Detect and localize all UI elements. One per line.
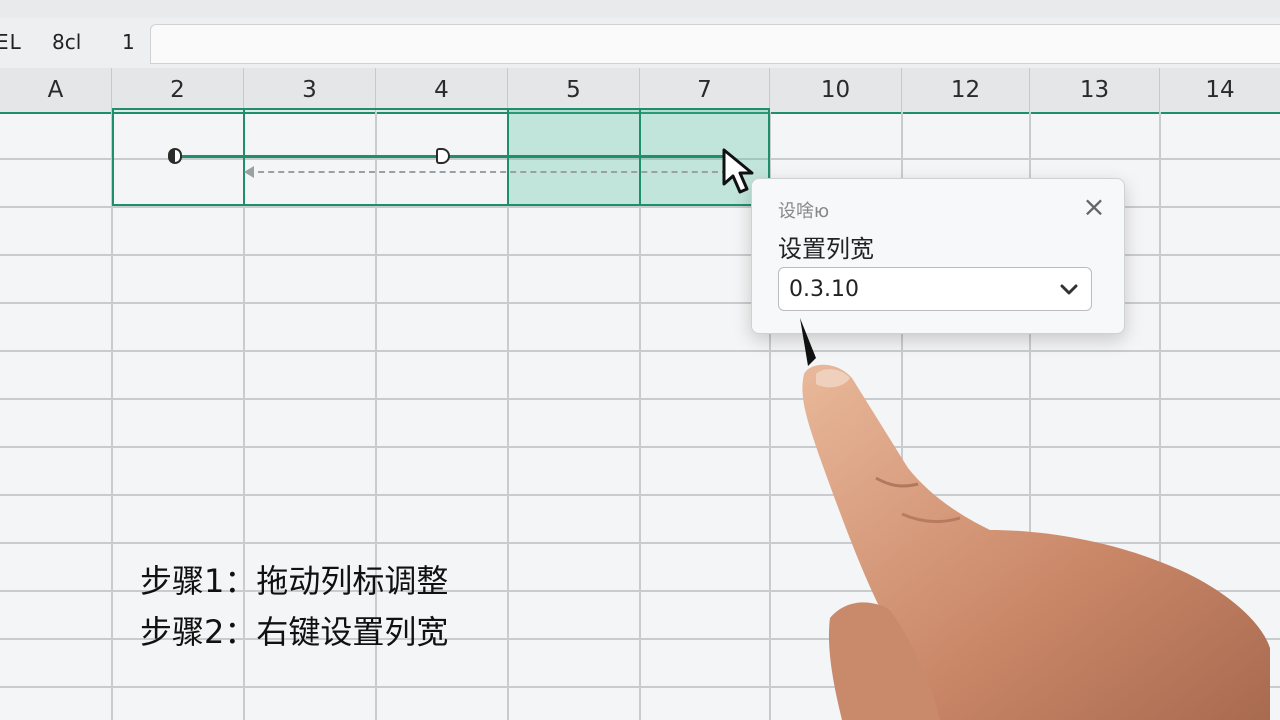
column-header-3[interactable]: 3 xyxy=(244,68,376,112)
column-width-select[interactable]: 0.3.10 xyxy=(778,267,1092,311)
close-icon[interactable]: × xyxy=(1082,193,1106,221)
column-header-a[interactable]: A xyxy=(0,68,112,112)
caption-step2: 步骤2：右键设置列宽 xyxy=(140,613,449,651)
dialog-label: 设置列宽 xyxy=(778,235,874,263)
cell-reference[interactable]: EL xyxy=(0,30,22,54)
column-header-2[interactable]: 2 xyxy=(112,68,244,112)
column-width-dialog: 设啥ю × 设置列宽 0.3.10 xyxy=(751,178,1125,334)
selection-divider xyxy=(639,110,641,206)
caption-step1: 步骤1：拖动列标调整 xyxy=(140,562,449,600)
column-header-5[interactable]: 5 xyxy=(508,68,640,112)
drag-guide-line xyxy=(176,155,726,158)
formula-input[interactable] xyxy=(150,24,1280,64)
formula-bar-text-b: 1 xyxy=(122,30,135,54)
column-header-14[interactable]: 14 xyxy=(1160,68,1280,112)
dialog-title: 设啥ю xyxy=(778,201,830,222)
column-width-value: 0.3.10 xyxy=(789,277,859,302)
toolbar-strip xyxy=(0,0,1280,19)
drag-direction-line xyxy=(248,171,728,173)
selection-divider xyxy=(243,110,245,206)
chevron-down-icon xyxy=(1060,284,1078,295)
column-header-4[interactable]: 4 xyxy=(376,68,508,112)
drag-handle-start[interactable] xyxy=(168,148,182,164)
column-header-13[interactable]: 13 xyxy=(1030,68,1160,112)
column-header-10[interactable]: 10 xyxy=(770,68,902,112)
formula-bar-text-a: 8cl xyxy=(52,30,82,54)
selection-divider xyxy=(507,110,509,206)
column-header-12[interactable]: 12 xyxy=(902,68,1030,112)
column-header-7[interactable]: 7 xyxy=(640,68,770,112)
arrow-left-icon xyxy=(244,166,254,178)
pointing-hand-icon xyxy=(800,318,1270,720)
